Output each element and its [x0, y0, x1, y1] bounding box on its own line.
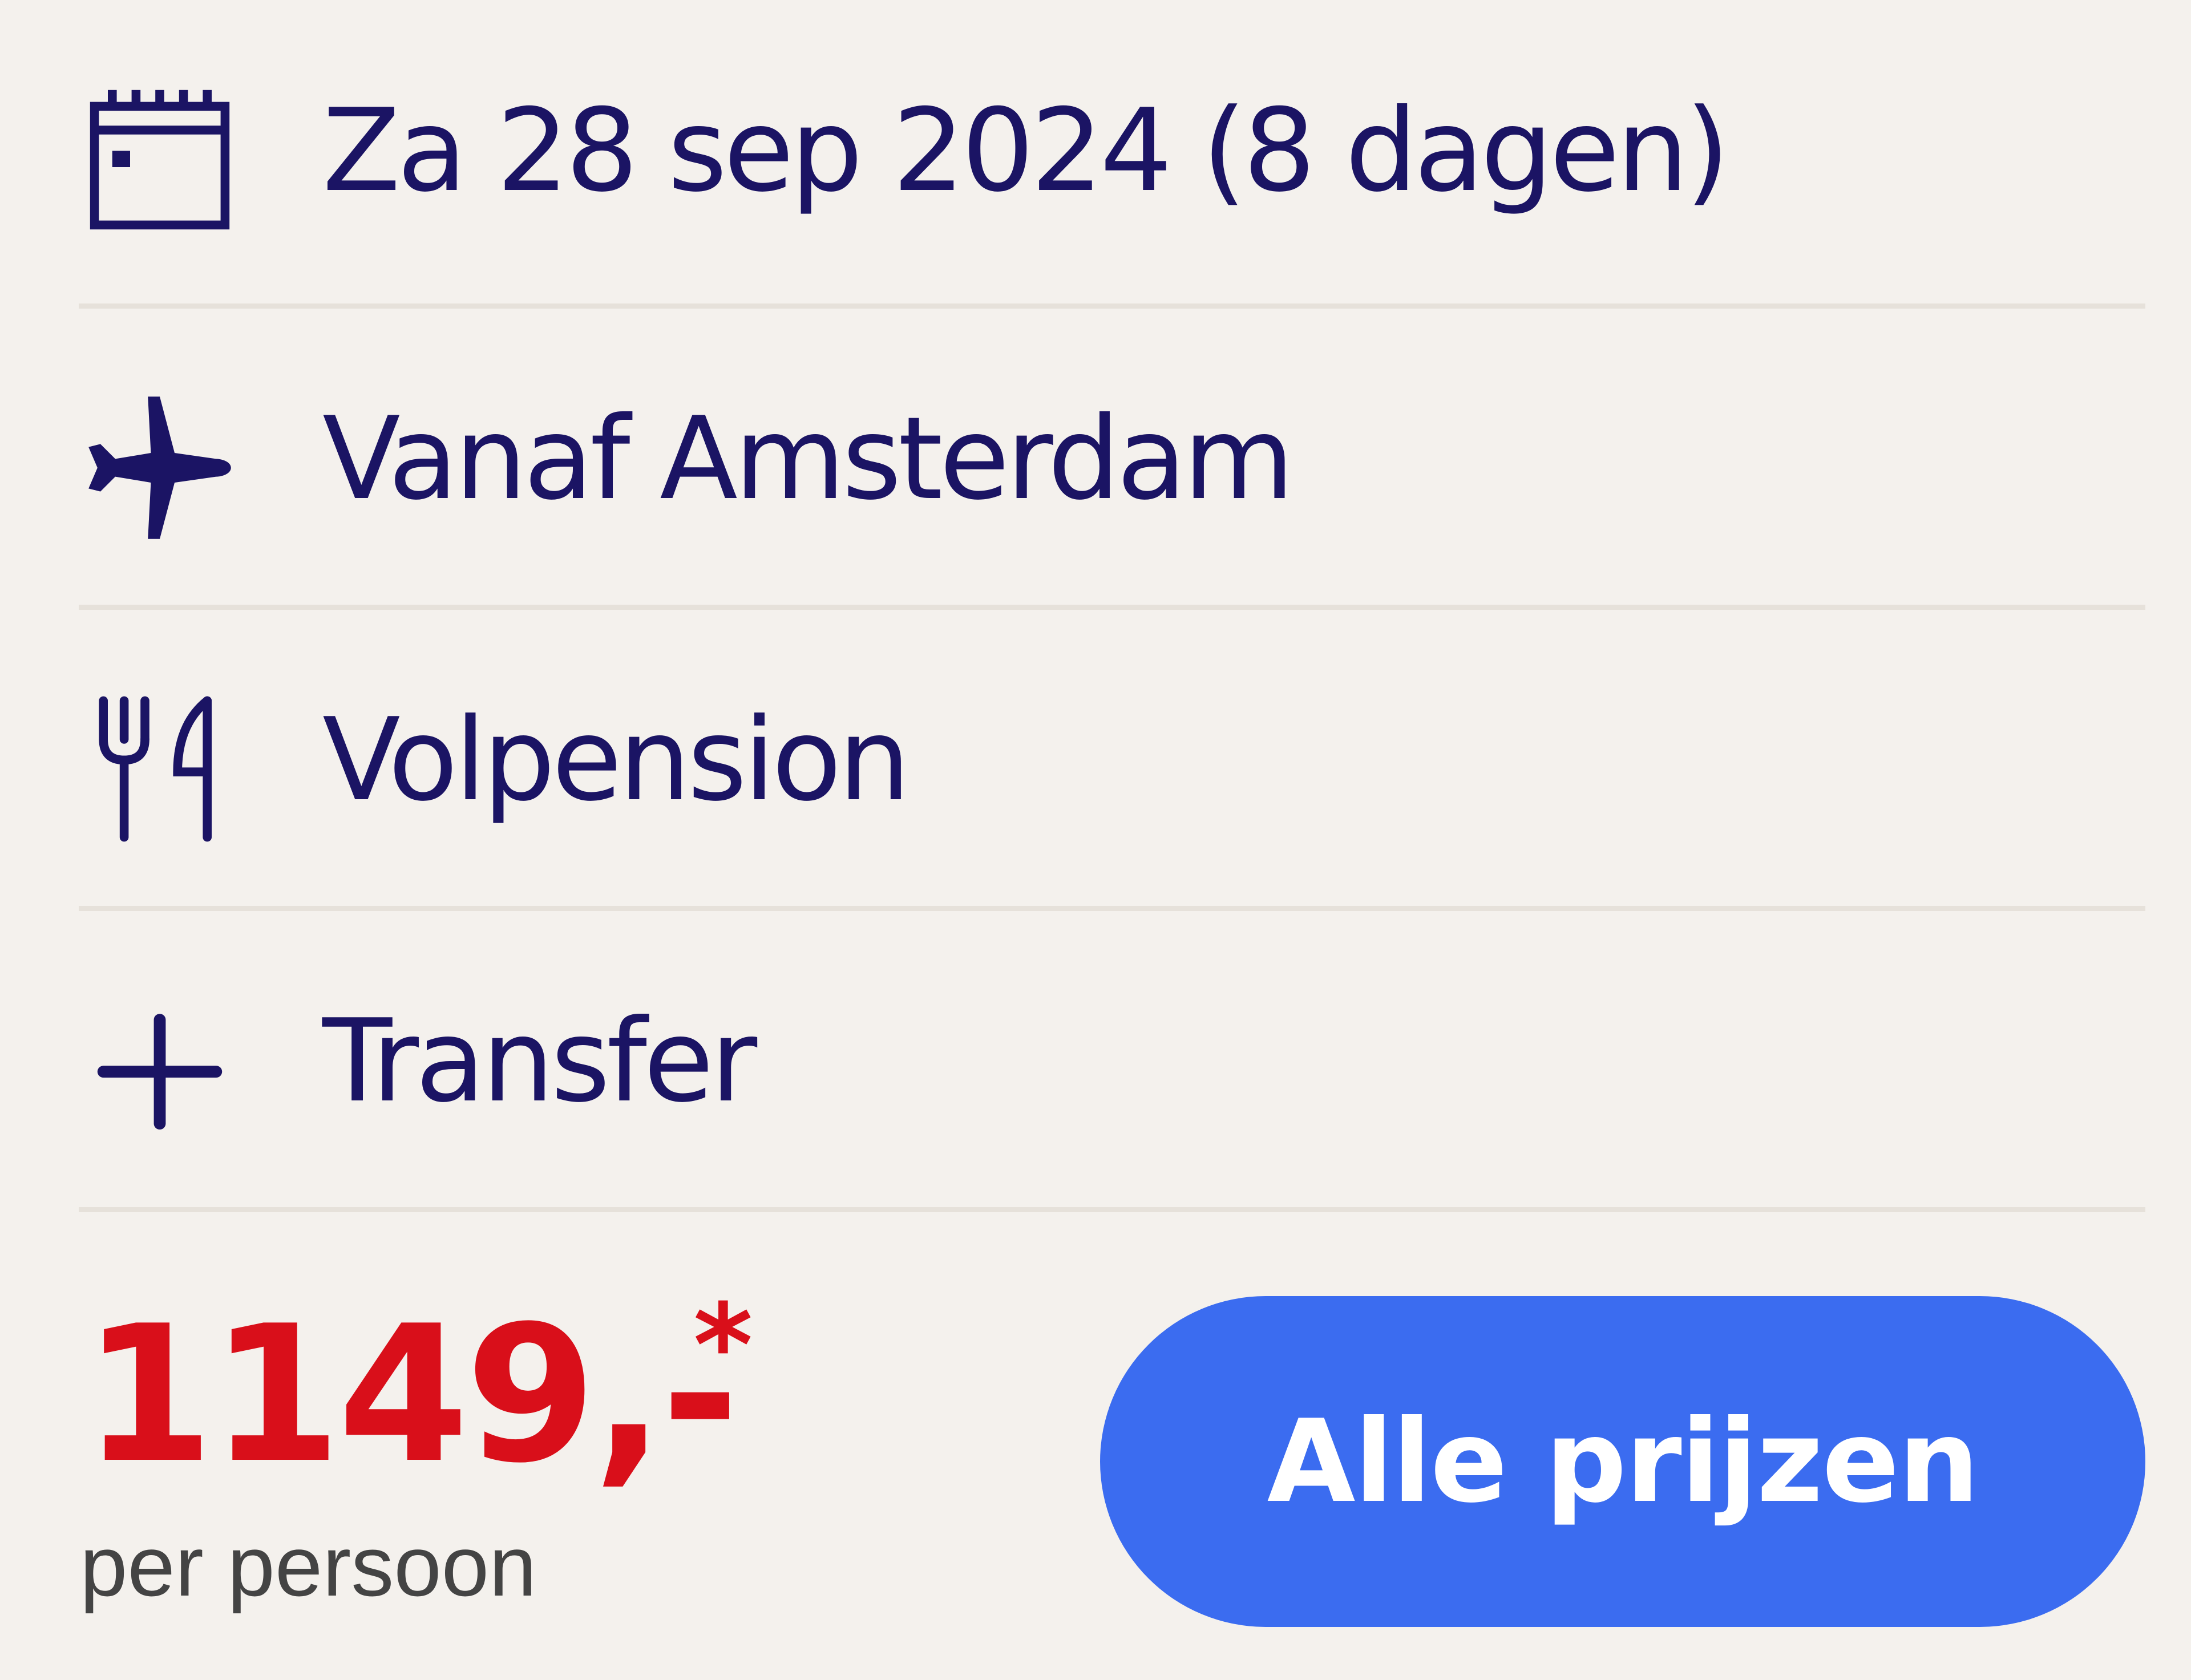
detail-row-transfer: Transfer — [0, 910, 2191, 1213]
price-amount: 1149,- — [83, 1285, 739, 1504]
calendar-icon — [86, 86, 234, 234]
departure-airport: Vanaf Amsterdam — [322, 392, 1294, 525]
plus-icon — [86, 996, 234, 1144]
trip-summary-card: Za 28 sep 2024 (8 dagen) Vanaf Amsterdam… — [0, 0, 2191, 1680]
detail-row-date: Za 28 sep 2024 (8 dagen) — [0, 0, 2191, 302]
price-unit: per persoon — [80, 1518, 537, 1614]
divider — [79, 1207, 2145, 1212]
airplane-icon — [86, 394, 234, 542]
board-type: Volpension — [322, 694, 911, 827]
detail-row-departure: Vanaf Amsterdam — [0, 308, 2191, 610]
detail-row-board: Volpension — [0, 609, 2191, 912]
travel-date: Za 28 sep 2024 (8 dagen) — [322, 84, 1730, 217]
price-asterisk: * — [693, 1280, 753, 1412]
fork-knife-icon — [86, 695, 234, 843]
all-prices-button[interactable]: Alle prijzen — [1100, 1296, 2145, 1627]
transfer-included: Transfer — [322, 995, 757, 1128]
